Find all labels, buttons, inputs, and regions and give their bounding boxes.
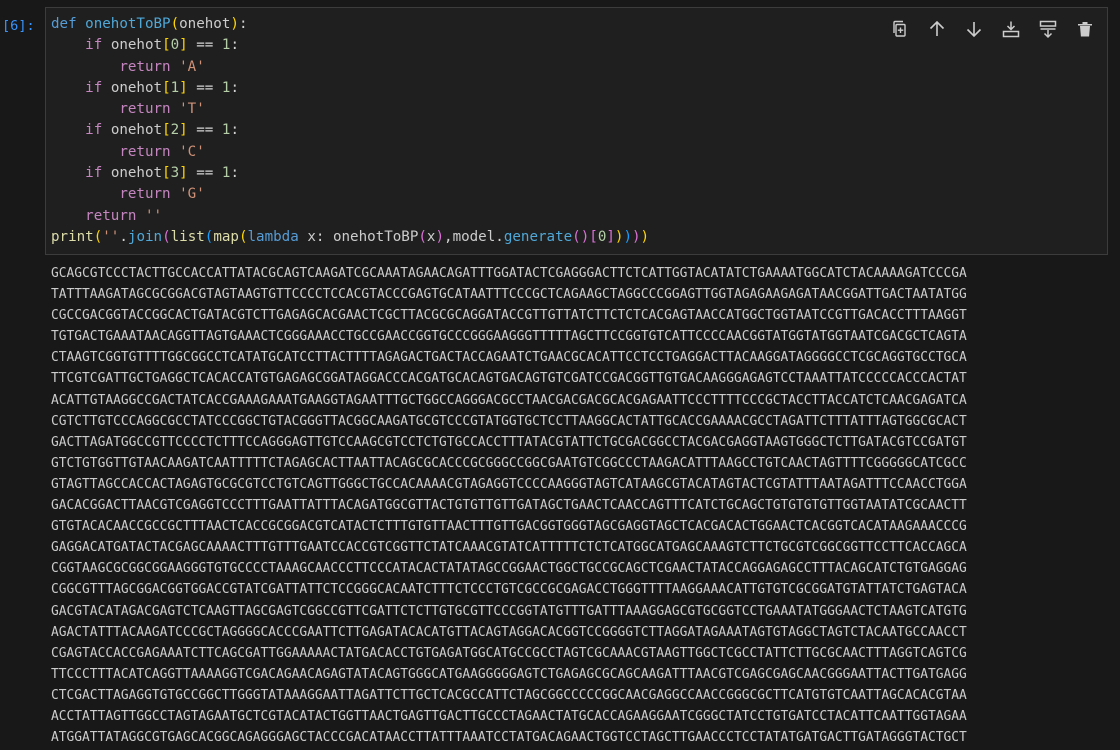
output-line: CGGTAAGCGCGGCGGAAGGGTGTGCCCCTAAAGCAACCCT…	[51, 561, 967, 577]
output-line: GAGGACATGATACTACGAGCAAAACTTTGTTTGAATCCAC…	[51, 540, 967, 556]
output-line: AGACTATTTACAAGATCCCGCTAGGGGCACCCGAATTCTT…	[51, 624, 967, 640]
delete-cell-button[interactable]	[1071, 16, 1099, 42]
code-editor[interactable]: def onehotToBP(onehot): if onehot[0] == …	[51, 14, 649, 248]
code-line-2: if onehot[0] == 1:	[85, 37, 239, 54]
move-cell-down-button[interactable]	[960, 16, 988, 42]
code-line-9: return 'G'	[119, 186, 205, 203]
copy-cell-button[interactable]	[886, 16, 914, 42]
move-cell-up-button[interactable]	[923, 16, 951, 42]
output-line: CGTCTTGTCCCAGGCGCCTATCCCGGCTGTACGGGTTACG…	[51, 413, 967, 429]
output-line: GACGTACATAGACGAGTCTCAAGTTAGCGAGTCGGCCGTT…	[51, 603, 967, 619]
code-line-1: def onehotToBP(onehot):	[51, 16, 248, 32]
output-line: TTCCCTTTACATCAGGTTAAAAGGTCGACAGAACAGAGTA…	[51, 666, 967, 682]
split-cell-button[interactable]	[1034, 16, 1062, 42]
trash-icon	[1078, 22, 1092, 37]
output-line: ACCTATTAGTTGGCCTAGTAGAATGCTCGTACATACTGGT…	[51, 708, 967, 724]
output-line: GCAGCGTCCCTACTTGCCACCATTATACGCAGTCAAGATC…	[51, 266, 967, 281]
code-line-10: return ''	[85, 207, 163, 224]
insert-cell-below-button[interactable]	[997, 16, 1025, 42]
copy-icon	[893, 20, 906, 37]
code-line-8: if onehot[3] == 1:	[85, 165, 239, 182]
output-line: CGAGTACCACCGAGAAATCTTCAGCGATTGGAAAAACTAT…	[51, 645, 967, 661]
output-line: ATGGATTATAGGCGTGAGCACGGCAGAGGGAGCTACCCGA…	[51, 730, 967, 746]
code-cell[interactable]: def onehotToBP(onehot): if onehot[0] == …	[45, 7, 1108, 255]
output-line: CGCCGACGGTACCGGCACTGATACGTCTTGAGAGCACGAA…	[51, 308, 967, 324]
output-line: GTCTGTGGTTGTAACAAGATCAATTTTTCTAGAGCACTTA…	[51, 455, 967, 471]
insert-below-icon	[1002, 21, 1020, 38]
code-line-5: return 'T'	[119, 101, 205, 118]
cell-toolbar	[886, 16, 1099, 42]
code-line-3: return 'A'	[119, 58, 205, 75]
output-line: GTAGTTAGCCACCACTAGAGTGCGCGTCCTGTCAGTTGGG…	[51, 476, 967, 492]
code-line-11: print(''.join(list(map(lambda x: onehotT…	[51, 228, 650, 245]
output-line: TATTTAAGATAGCGCGGACGTAGTAAGTGTTCCCCTCCAC…	[51, 287, 967, 303]
split-cell-icon	[1039, 20, 1057, 39]
output-line: GTGTACACAACCGCCGCTTTAACTCACCGCGGACGTCATA…	[51, 519, 967, 535]
output-line: CTAAGTCGGTGTTTTGGCGGCCTCATATGCATCCTTACTT…	[51, 350, 967, 366]
arrow-up-icon	[929, 20, 945, 36]
output-line: ACATTGTAAGGCCGACTATCACCGAAAGAAATGAAGGTAG…	[51, 392, 967, 408]
output-line: GACTTAGATGGCCGTTCCCCTCTTTCCAGGGAGTTGTCCA…	[51, 434, 967, 450]
code-line-4: if onehot[1] == 1:	[85, 79, 239, 96]
arrow-down-icon	[966, 22, 982, 38]
output-line: TGTGACTGAAATAACAGGTTAGTGAAACTCGGGAAACCTG…	[51, 329, 967, 345]
output-line: TTCGTCGATTGCTGAGGCTCACACCATGTGAGAGCGGATA…	[51, 371, 967, 387]
execution-count: [6]:	[2, 18, 35, 34]
code-line-6: if onehot[2] == 1:	[85, 122, 239, 139]
code-line-7: return 'C'	[119, 143, 205, 160]
output-line: CGGCGTTTAGCGGACGGTGGACCGTATCGATTATTCTCCG…	[51, 582, 967, 598]
output-line: GACACGGACTTAACGTCGAGGTCCCTTTGAATTATTTACA…	[51, 498, 967, 514]
output-line: CTCGACTTAGAGGTGTGCCGGCTTGGGTATAAAGGAATTA…	[51, 687, 967, 703]
cell-output: GCAGCGTCCCTACTTGCCACCATTATACGCAGTCAAGATC…	[51, 263, 1120, 748]
